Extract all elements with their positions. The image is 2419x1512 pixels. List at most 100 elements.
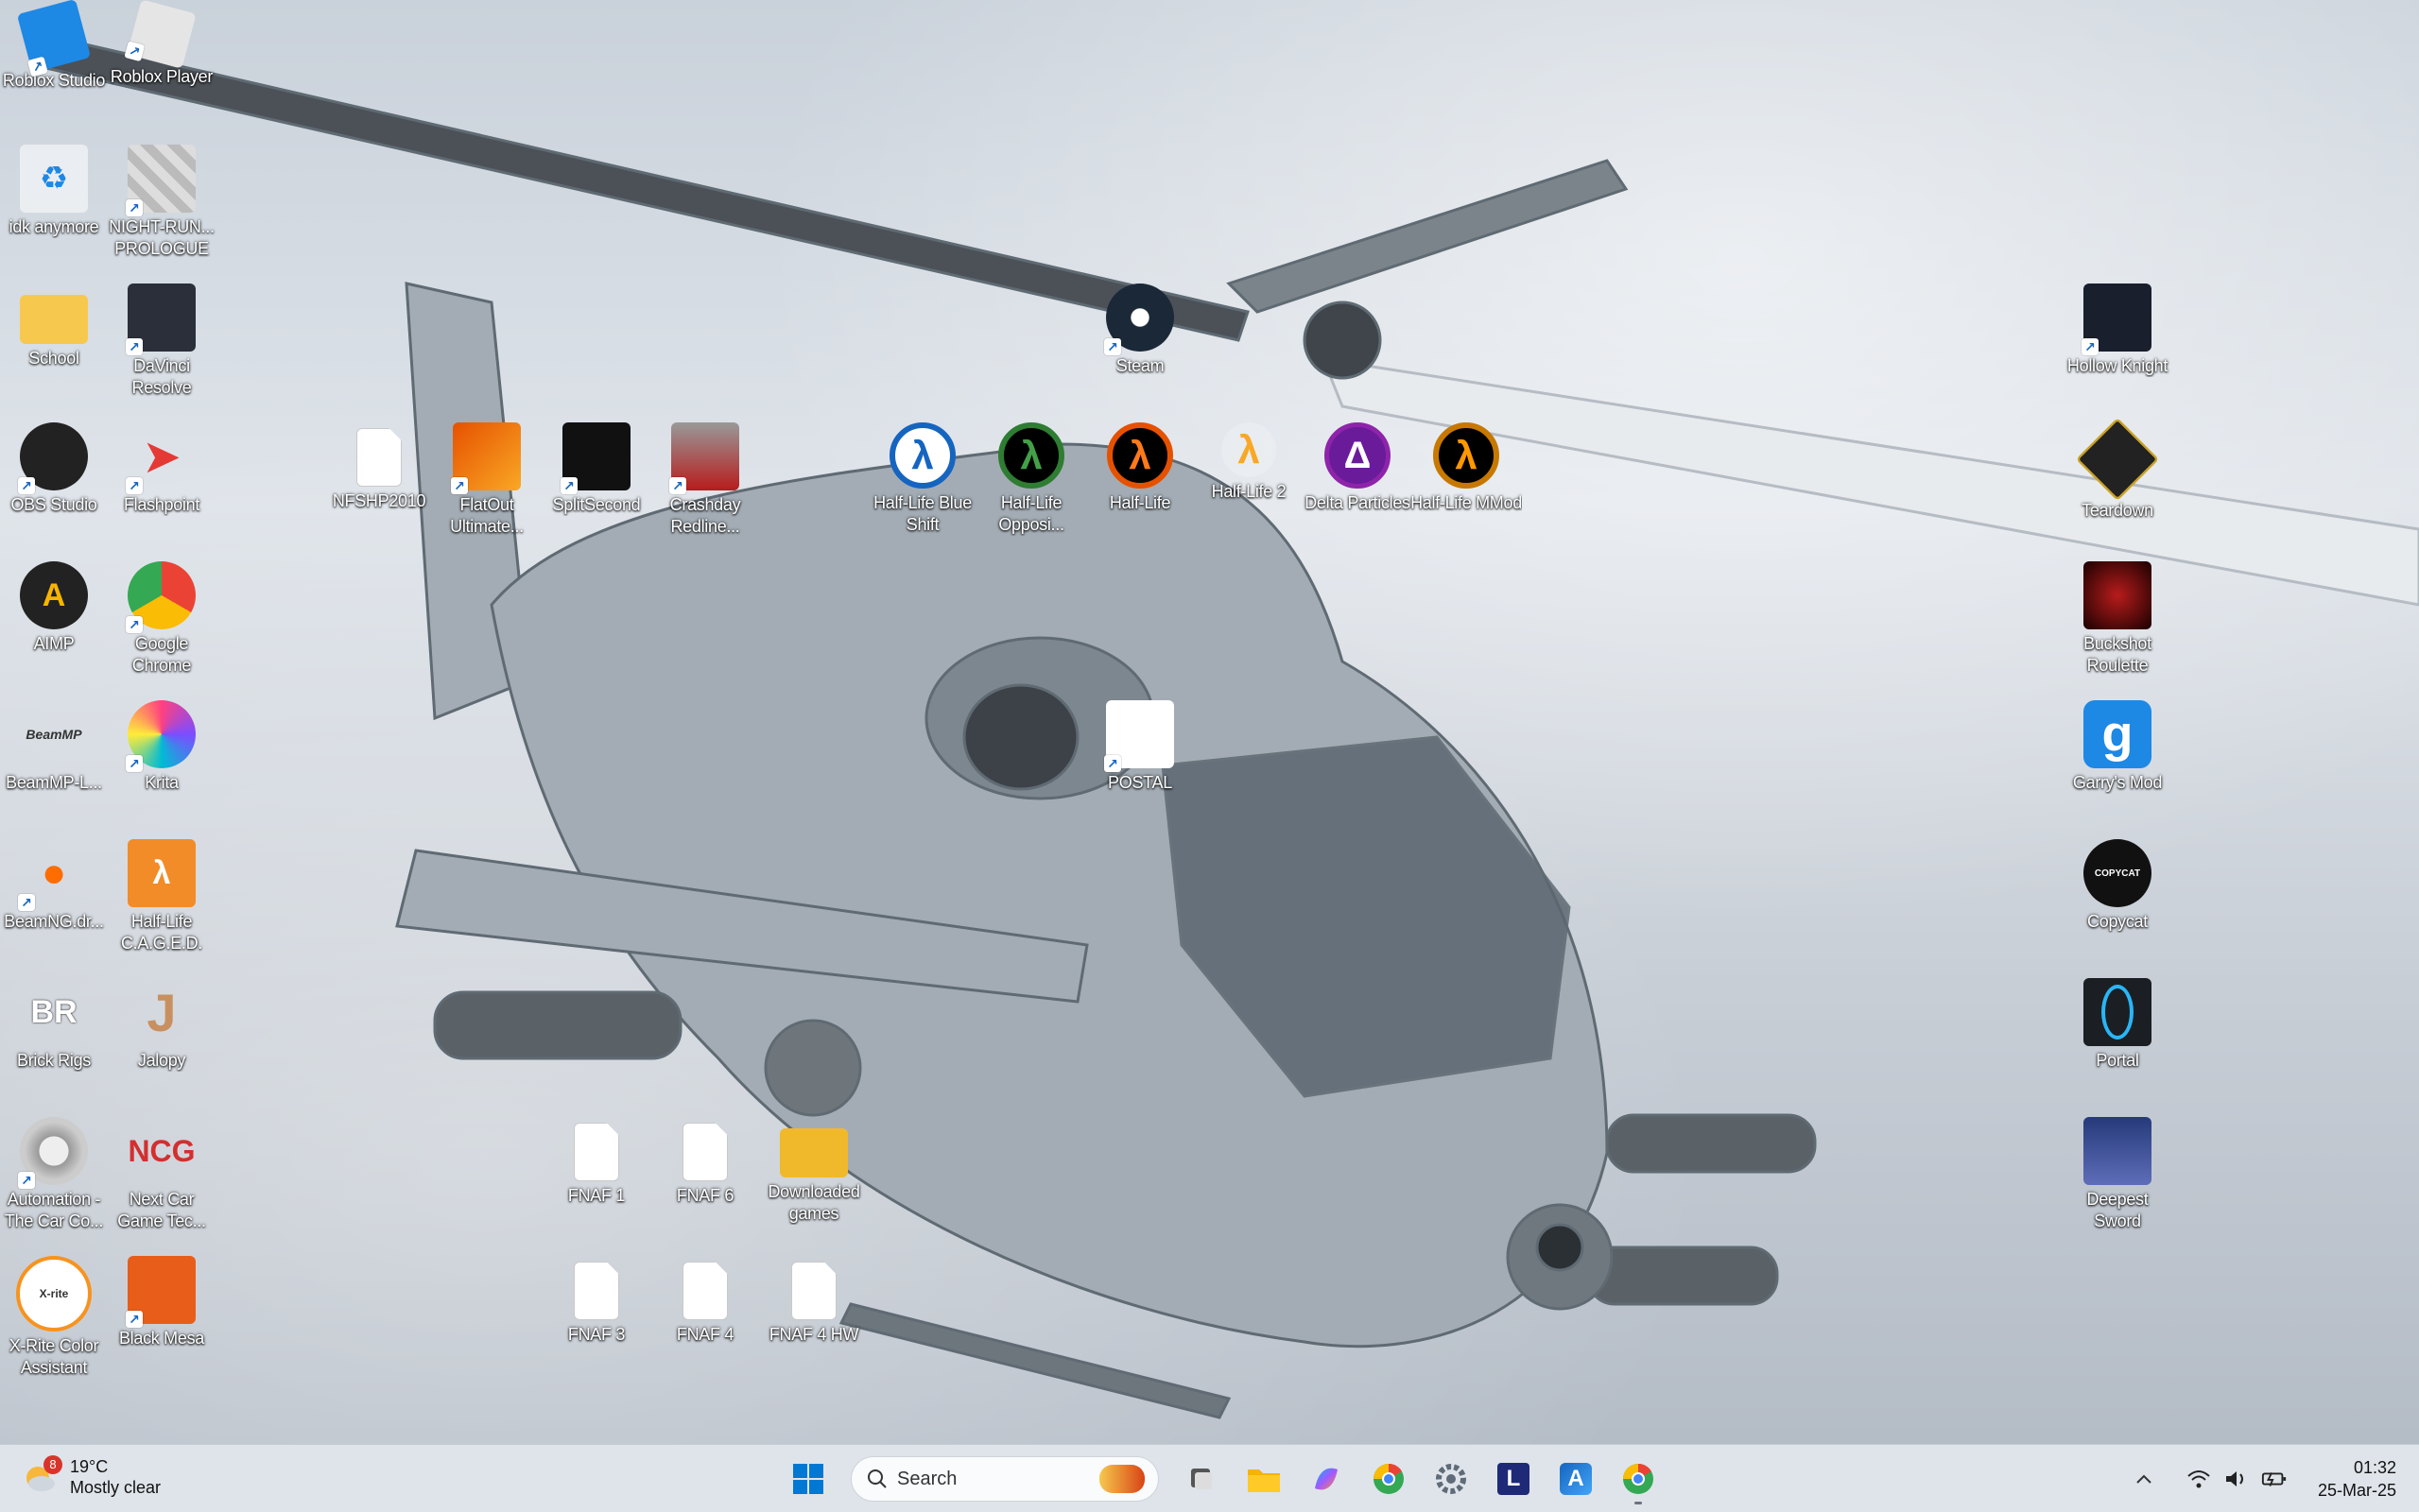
desktop-icon-fnaf4[interactable]: FNAF 4	[651, 1250, 759, 1383]
task-view-button[interactable]	[1175, 1452, 1228, 1505]
desktop-icon-beammp[interactable]: BeamMP BeamMP-L...	[0, 695, 108, 827]
copilot-icon	[1315, 1468, 1338, 1490]
file-icon	[356, 428, 402, 487]
desktop-icon-garrys-mod[interactable]: g Garry's Mod	[2064, 695, 2171, 827]
copilot-button[interactable]	[1300, 1452, 1353, 1505]
desktop-icon-fnaf3[interactable]: FNAF 3	[543, 1250, 650, 1383]
shortcut-arrow-icon: ↗	[18, 477, 35, 494]
volume-button[interactable]	[2223, 1466, 2250, 1492]
jalopy-icon: J	[147, 982, 177, 1042]
desktop-icon-google-chrome[interactable]: ↗ Google Chrome	[108, 556, 216, 688]
desktop-icon-hl-opposing-force[interactable]: λ Half-Life Opposi...	[977, 417, 1085, 549]
desktop-icon-half-life-caged[interactable]: λ Half-Life C.A.G.E.D.	[108, 833, 216, 966]
desktop[interactable]: ↗ Roblox Studio ↗ Roblox Player ♻ idk an…	[0, 0, 2419, 1444]
clock-time: 01:32	[2353, 1458, 2396, 1477]
clock[interactable]: 01:32 25-Mar-25	[2318, 1456, 2396, 1502]
flatout-icon: ↗	[451, 422, 521, 494]
desktop-icon-teardown[interactable]: Teardown	[2064, 417, 2171, 549]
desktop-icon-beamng[interactable]: ● ↗ BeamNG.dr...	[0, 833, 108, 966]
icon-label: Copycat	[2087, 912, 2148, 931]
search-highlight-icon	[1099, 1465, 1145, 1493]
desktop-icon-hollow-knight[interactable]: ↗ Hollow Knight	[2064, 278, 2171, 410]
l-app-button[interactable]: L	[1487, 1452, 1540, 1505]
desktop-icon-roblox-studio[interactable]: ↗ Roblox Studio	[0, 0, 108, 132]
active-indicator	[1634, 1502, 1642, 1504]
desktop-icon-krita[interactable]: ↗ Krita	[108, 695, 216, 827]
desktop-icon-roblox-player[interactable]: ↗ Roblox Player	[108, 0, 216, 132]
desktop-icon-xrite[interactable]: X-rite X-Rite Color Assistant	[0, 1250, 108, 1383]
desktop-icon-crashday[interactable]: ↗ Crashday Redline...	[651, 417, 759, 549]
shortcut-arrow-icon: ↗	[18, 894, 35, 911]
taskbar-center: Search L A	[777, 1452, 1669, 1505]
desktop-icon-fnaf1[interactable]: FNAF 1	[543, 1111, 650, 1244]
icon-label: Roblox Player	[110, 67, 214, 86]
chrome-active-button[interactable]	[1612, 1452, 1665, 1505]
icon-label: Next Car Game Tec...	[117, 1190, 206, 1230]
desktop-icon-recycle-bin[interactable]: ♻ idk anymore	[0, 139, 108, 271]
desktop-icon-postal[interactable]: ↗ POSTAL	[1086, 695, 1194, 827]
shortcut-arrow-icon: ↗	[669, 477, 686, 494]
desktop-icon-obs-studio[interactable]: ↗ OBS Studio	[0, 417, 108, 549]
desktop-icon-portal[interactable]: Portal	[2064, 972, 2171, 1105]
weather-widget[interactable]: 8 19°C Mostly clear	[23, 1455, 161, 1498]
desktop-icon-flashpoint[interactable]: ➤ ↗ Flashpoint	[108, 417, 216, 549]
desktop-icon-buckshot-roulette[interactable]: Buckshot Roulette	[2064, 556, 2171, 688]
desktop-icon-fnaf6[interactable]: FNAF 6	[651, 1111, 759, 1244]
desktop-icon-brick-rigs[interactable]: BR Brick Rigs	[0, 972, 108, 1105]
icon-label: Krita	[145, 773, 179, 792]
roblox-studio-icon: ↗	[16, 0, 92, 77]
icon-label: Buckshot Roulette	[2083, 634, 2151, 675]
taskbar-search[interactable]: Search	[851, 1456, 1159, 1502]
folder-icon	[20, 295, 88, 344]
chrome-icon	[1623, 1463, 1653, 1494]
desktop-icon-half-life-2[interactable]: λ Half-Life 2	[1195, 417, 1303, 549]
desktop-icon-splitsecond[interactable]: ↗ SplitSecond	[543, 417, 650, 549]
weather-icon: 8	[23, 1455, 62, 1495]
desktop-icon-davinci-resolve[interactable]: ↗ DaVinci Resolve	[108, 278, 216, 410]
krita-icon: ↗	[126, 700, 196, 772]
desktop-icon-hl-mmod[interactable]: λ Half-Life MMod	[1410, 417, 1522, 549]
desktop-icon-aimp[interactable]: A AIMP	[0, 556, 108, 688]
icon-label: DaVinci Resolve	[131, 356, 192, 397]
chrome-taskbar-button[interactable]	[1362, 1452, 1415, 1505]
speaker-icon	[2225, 1471, 2243, 1486]
beamng-icon: ● ↗	[18, 839, 88, 911]
desktop-icon-nfshp2010[interactable]: NFSHP2010	[325, 417, 433, 549]
a-app-button[interactable]: A	[1549, 1452, 1602, 1505]
desktop-icon-hl-blue-shift[interactable]: λ Half-Life Blue Shift	[869, 417, 976, 549]
search-placeholder: Search	[897, 1468, 958, 1489]
desktop-icon-deepest-sword[interactable]: Deepest Sword	[2064, 1111, 2171, 1244]
desktop-icon-black-mesa[interactable]: ↗ Black Mesa	[108, 1250, 216, 1383]
automation-icon: ↗	[18, 1117, 88, 1189]
icon-label: FNAF 6	[676, 1186, 734, 1205]
desktop-icon-jalopy[interactable]: J Jalopy	[108, 972, 216, 1105]
file-explorer-button[interactable]	[1237, 1452, 1290, 1505]
desktop-icon-fnaf4hw[interactable]: FNAF 4 HW	[760, 1250, 868, 1383]
icon-label: Jalopy	[137, 1051, 186, 1070]
battery-button[interactable]	[2261, 1466, 2288, 1492]
crashday-icon: ↗	[669, 422, 739, 494]
desktop-icon-copycat[interactable]: COPYCAT Copycat	[2064, 833, 2171, 966]
desktop-icon-flatout[interactable]: ↗ FlatOut Ultimate...	[433, 417, 541, 549]
desktop-icon-delta-particles[interactable]: Δ Delta Particles	[1304, 417, 1411, 549]
clock-date: 25-Mar-25	[2317, 1481, 2396, 1500]
desktop-icon-night-run[interactable]: ↗ NIGHT-RUN... PROLOGUE	[108, 139, 216, 271]
start-button[interactable]	[782, 1452, 835, 1505]
desktop-icon-downloaded-games[interactable]: Downloaded games	[760, 1111, 868, 1244]
desktop-icon-half-life[interactable]: λ Half-Life	[1086, 417, 1194, 549]
desktop-icon-school-folder[interactable]: School	[0, 278, 108, 410]
shortcut-arrow-icon: ↗	[1104, 338, 1121, 355]
obs-icon: ↗	[18, 422, 88, 494]
desktop-icon-steam[interactable]: ↗ Steam	[1086, 278, 1194, 410]
wifi-button[interactable]	[2186, 1466, 2212, 1492]
hollow-knight-icon: ↗	[2082, 284, 2151, 355]
icon-label: Deepest Sword	[2086, 1190, 2149, 1230]
icon-label: Half-Life C.A.G.E.D.	[120, 912, 203, 953]
half-life-caged-icon: λ	[128, 839, 196, 907]
desktop-icon-next-car-game[interactable]: NCG Next Car Game Tec...	[108, 1111, 216, 1244]
a-app-icon: A	[1560, 1463, 1592, 1495]
show-hidden-icons-button[interactable]	[2131, 1466, 2157, 1492]
steam-icon: ↗	[1104, 284, 1174, 355]
desktop-icon-automation[interactable]: ↗ Automation - The Car Co...	[0, 1111, 108, 1244]
settings-button[interactable]	[1425, 1452, 1477, 1505]
